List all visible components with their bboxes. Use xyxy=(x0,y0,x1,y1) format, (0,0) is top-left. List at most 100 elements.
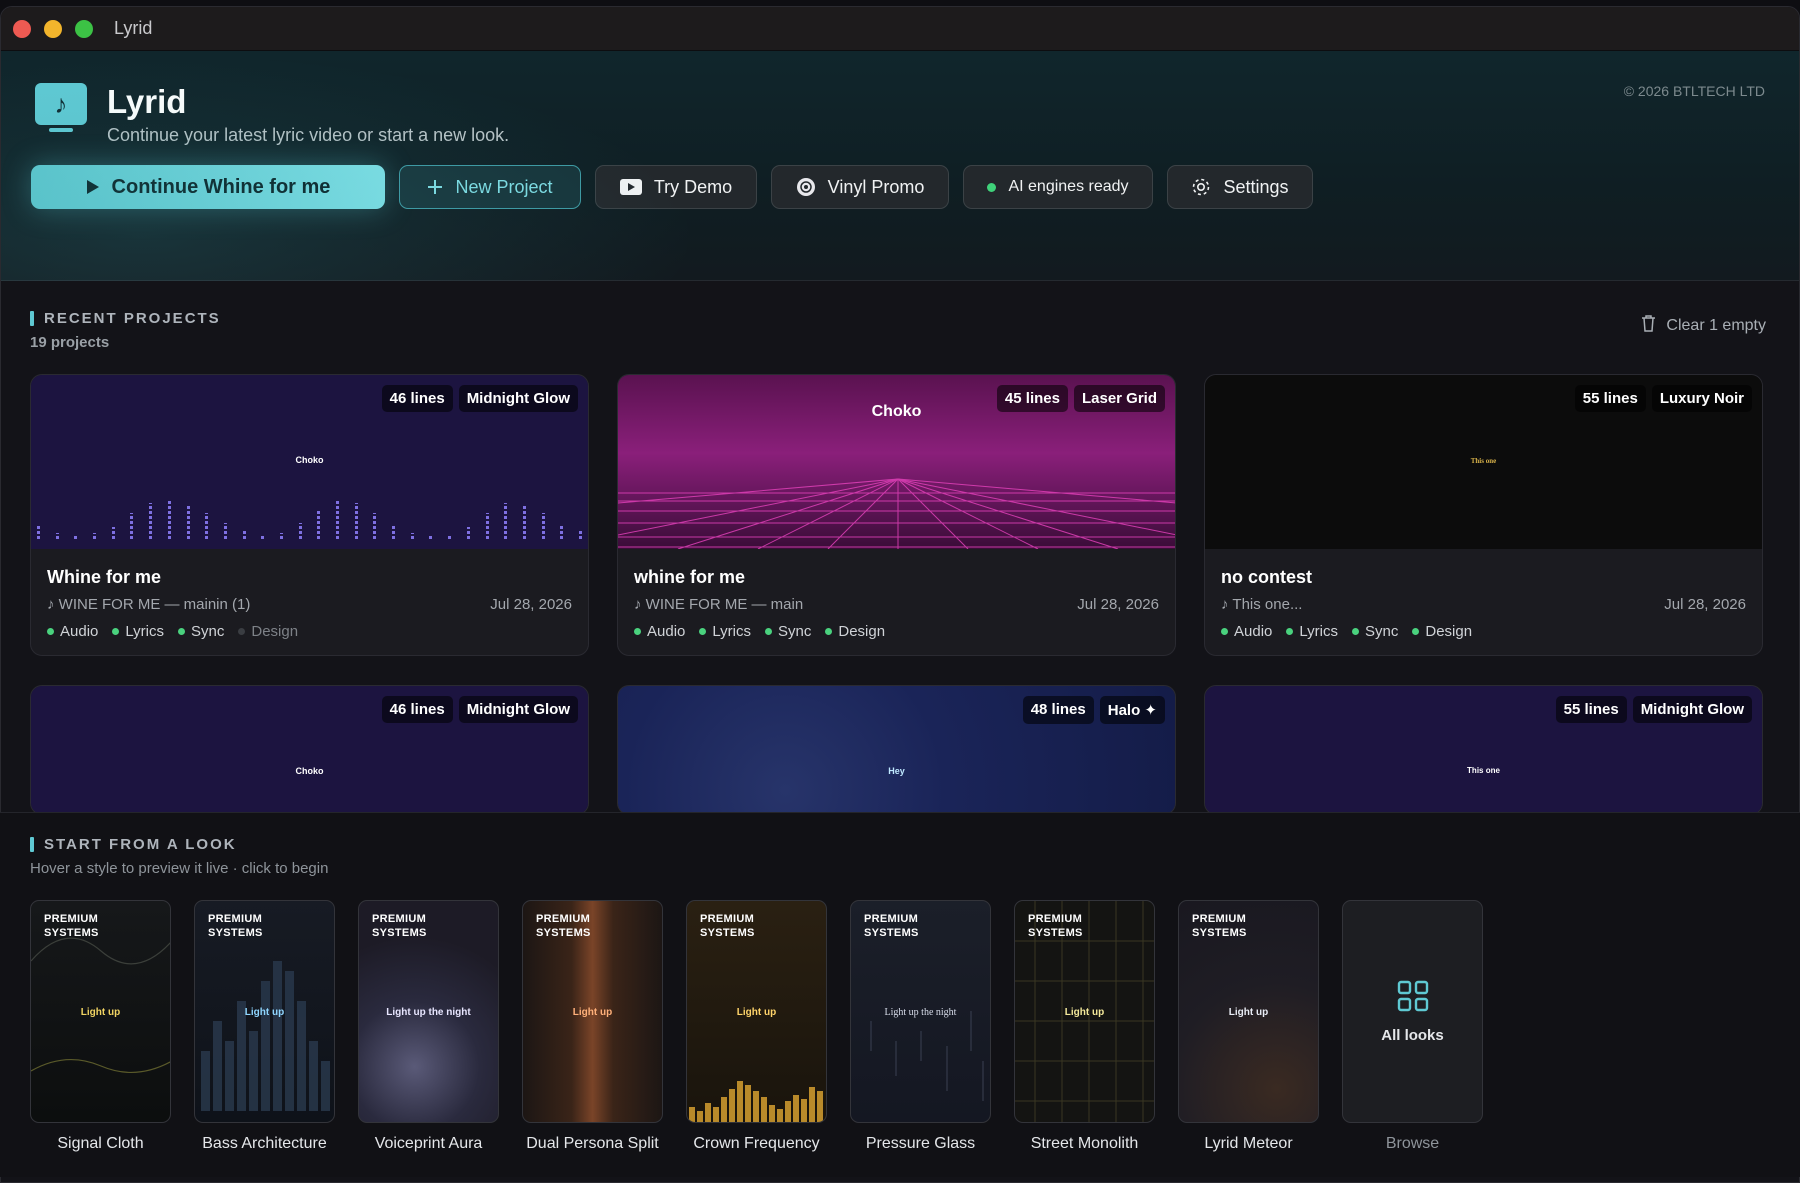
audio-bar xyxy=(541,513,545,539)
look-street-monolith[interactable]: PREMIUM SYSTEMS Light up Street Monolith xyxy=(1014,900,1155,1153)
audio-bar xyxy=(336,499,339,539)
audio-bar xyxy=(37,525,40,539)
step-label: Sync xyxy=(778,623,812,640)
premium-line2: SYSTEMS xyxy=(1028,927,1083,940)
audio-bar xyxy=(261,535,265,539)
look-preview: PREMIUM SYSTEMS Light up xyxy=(1178,900,1319,1123)
project-song: ♪ WINE FOR ME — main xyxy=(634,596,803,613)
thumbnail-lyric: This one xyxy=(1470,457,1497,465)
browse-label: Browse xyxy=(1385,1135,1440,1152)
vinyl-record-icon xyxy=(796,177,816,197)
look-dual-persona-split[interactable]: PREMIUM SYSTEMS Light up Dual Persona Spl… xyxy=(522,900,663,1153)
style-badge: Halo ✦ xyxy=(1099,696,1165,724)
look-lyrid-meteor[interactable]: PREMIUM SYSTEMS Light up Lyrid Meteor xyxy=(1178,900,1319,1153)
audio-bar xyxy=(186,505,190,539)
step-dot xyxy=(634,628,641,635)
look-sample-text: Light up xyxy=(1064,1007,1105,1018)
video-play-icon xyxy=(619,179,642,195)
project-date: Jul 28, 2026 xyxy=(1077,596,1159,613)
action-buttons: Continue Whine for me New Project Try De… xyxy=(31,165,1313,209)
project-card[interactable]: 45 lines Laser Grid Choko whine for me ♪ … xyxy=(617,374,1176,656)
thumbnail-lyric: This one xyxy=(1467,766,1500,775)
audio-bar xyxy=(578,529,582,539)
audio-bar xyxy=(392,525,396,539)
thumbnail-lyric: Choko xyxy=(871,403,922,420)
browse-all-looks[interactable]: All looks Browse xyxy=(1342,900,1483,1153)
look-crown-frequency[interactable]: PREMIUM SYSTEMS Light up Crown Frequency xyxy=(686,900,827,1153)
clear-empty-button[interactable]: Clear 1 empty xyxy=(1641,314,1766,337)
try-demo-button[interactable]: Try Demo xyxy=(595,165,757,209)
audio-bar xyxy=(279,533,283,539)
project-song-name: WINE FOR ME — mainin (1) xyxy=(58,596,251,613)
app-subtitle: Continue your latest lyric video or star… xyxy=(107,125,510,145)
step-dot xyxy=(178,628,185,635)
start-from-look-subtitle: Hover a style to preview it live · click… xyxy=(30,860,329,877)
thumbnail-lyric: Hey xyxy=(888,766,905,776)
audio-bar xyxy=(74,535,78,539)
look-sample-text: Light up xyxy=(736,1007,777,1018)
project-card[interactable]: 55 lines Midnight Glow This one xyxy=(1204,685,1763,815)
premium-line2: SYSTEMS xyxy=(1192,927,1247,940)
project-card[interactable]: 55 lines Luxury Noir This one no contest … xyxy=(1204,374,1763,656)
ai-status-indicator[interactable]: AI engines ready xyxy=(963,165,1153,209)
vinyl-promo-button[interactable]: Vinyl Promo xyxy=(771,165,949,209)
premium-line2: SYSTEMS xyxy=(44,927,99,940)
settings-button[interactable]: Settings xyxy=(1167,165,1313,209)
project-card[interactable]: 46 lines Midnight Glow Choko xyxy=(30,685,589,815)
step-dot xyxy=(238,628,246,635)
look-name: Bass Architecture xyxy=(202,1135,327,1152)
step-label: Lyrics xyxy=(1299,623,1338,640)
premium-line1: PREMIUM xyxy=(208,913,263,925)
premium-line1: PREMIUM xyxy=(1192,913,1247,925)
look-name: Street Monolith xyxy=(1030,1135,1139,1152)
step-lyrics: Lyrics xyxy=(699,623,751,640)
premium-line2: SYSTEMS xyxy=(536,927,591,940)
look-signal-cloth[interactable]: PREMIUM SYSTEMS Light up Signal Cloth xyxy=(30,900,171,1153)
new-project-label: New Project xyxy=(455,176,553,197)
look-pressure-glass[interactable]: PREMIUM SYSTEMS Light up the night Pressu… xyxy=(850,900,991,1153)
step-dot xyxy=(1412,628,1420,635)
step-design: Design xyxy=(1412,623,1472,640)
project-thumbnail: 46 lines Midnight Glow Choko xyxy=(31,375,588,549)
audio-bar xyxy=(317,509,321,539)
project-count: 19 projects xyxy=(30,334,110,351)
close-window-button[interactable] xyxy=(13,19,31,38)
new-project-button[interactable]: New Project xyxy=(399,165,581,209)
status-dot-icon xyxy=(987,182,997,192)
project-steps: Audio Lyrics Sync Design xyxy=(634,623,885,640)
audio-bar xyxy=(522,505,526,539)
audio-bar xyxy=(485,513,489,539)
project-thumbnail: 55 lines Luxury Noir This one xyxy=(1205,375,1762,549)
look-gallery: PREMIUM SYSTEMS Light up Signal Cloth PRE… xyxy=(30,900,1483,1153)
project-song-name: This one... xyxy=(1232,596,1303,613)
step-dot xyxy=(765,628,772,635)
project-title: whine for me xyxy=(634,567,746,587)
audio-bar xyxy=(429,535,433,539)
step-dot xyxy=(1221,628,1228,635)
minimize-window-button[interactable] xyxy=(44,19,62,38)
continue-project-button[interactable]: Continue Whine for me xyxy=(31,165,385,209)
gear-icon xyxy=(1191,177,1211,197)
project-card[interactable]: 48 lines Halo ✦ Hey xyxy=(617,685,1176,815)
project-steps: Audio Lyrics Sync Design xyxy=(1221,623,1472,640)
step-label: Sync xyxy=(191,623,225,640)
audio-bar xyxy=(298,523,302,539)
zoom-window-button[interactable] xyxy=(75,19,93,38)
step-audio: Audio xyxy=(47,623,98,640)
project-card[interactable]: 46 lines Midnight Glow Choko Whine for me… xyxy=(30,374,589,656)
step-dot xyxy=(699,628,707,635)
look-voiceprint-aura[interactable]: PREMIUM SYSTEMS Light up the night Voicep… xyxy=(358,900,499,1153)
style-badge: Midnight Glow xyxy=(1632,696,1752,723)
all-looks-card[interactable]: All looks xyxy=(1342,900,1483,1123)
look-sample-text: Light up the night xyxy=(884,1007,957,1018)
look-preview: PREMIUM SYSTEMS Light up xyxy=(686,900,827,1123)
look-bass-architecture[interactable]: PREMIUM SYSTEMS Light up Bass Architectur… xyxy=(194,900,335,1153)
step-label: Design xyxy=(251,623,299,640)
step-label: Design xyxy=(838,623,886,640)
audio-bar xyxy=(149,503,153,539)
hero-header: ♪ Lyrid Continue your latest lyric video… xyxy=(1,51,1799,281)
look-preview: PREMIUM SYSTEMS Light up xyxy=(1014,900,1155,1123)
look-name: Voiceprint Aura xyxy=(374,1135,483,1152)
project-song: ♪ WINE FOR ME — mainin (1) xyxy=(47,596,250,613)
music-note-icon: ♪ xyxy=(1221,596,1233,613)
